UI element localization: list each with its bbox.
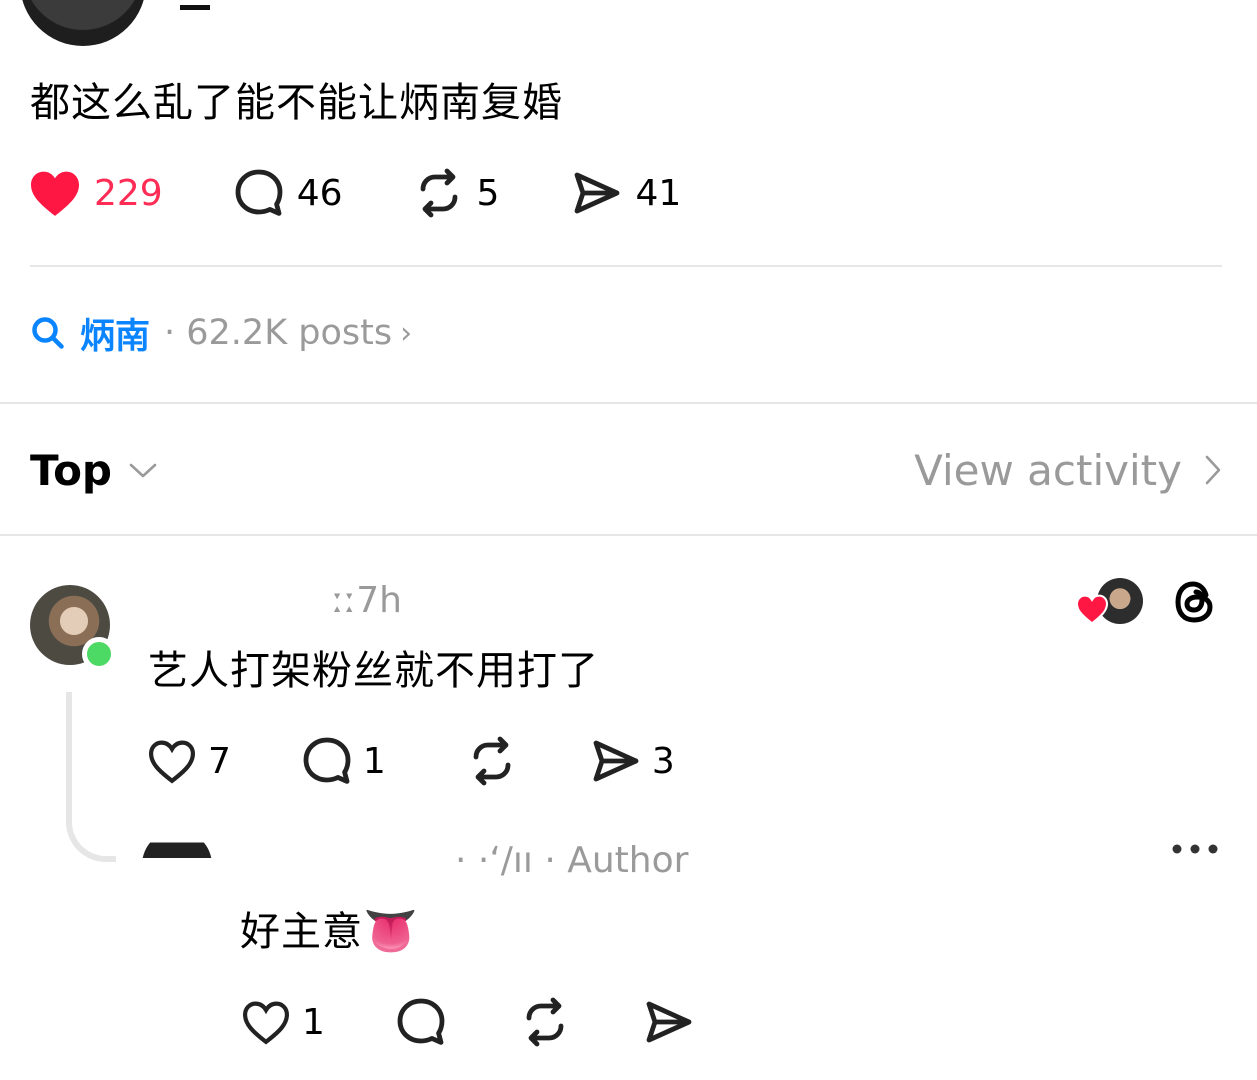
repost-icon — [473, 736, 511, 786]
threads-logo-icon[interactable] — [1168, 575, 1222, 629]
heart-outline-icon — [242, 1001, 290, 1045]
repost-icon — [420, 168, 457, 218]
comment-reply-button[interactable]: 1 — [301, 735, 386, 787]
post-action-bar: 229 46 5 41 — [28, 165, 681, 221]
comment-like-button[interactable]: 7 — [146, 738, 231, 784]
chevron-right-icon: › — [400, 315, 413, 351]
topic-tag-name: 炳南 — [80, 316, 151, 357]
search-icon — [32, 317, 64, 349]
section-divider — [0, 534, 1257, 536]
reply-action-bar: 1 — [240, 994, 695, 1050]
view-activity-link[interactable]: View activity — [914, 440, 1222, 500]
chevron-down-icon — [129, 463, 157, 478]
online-status-dot — [82, 637, 116, 671]
sort-label: Top — [30, 445, 112, 495]
repost-icon — [526, 997, 564, 1047]
reply-meta-author-label: · ·ʻ/ıı · Author — [455, 840, 689, 881]
reply-share-button[interactable] — [643, 996, 695, 1048]
comment-like-count: 7 — [208, 740, 231, 782]
post-text: 都这么乱了能不能让炳南复婚 — [30, 80, 563, 126]
reply-comment-button[interactable] — [395, 996, 447, 1048]
sort-dropdown[interactable]: Top — [30, 440, 158, 500]
comment-icon — [235, 169, 283, 216]
reply-text: 好主意 — [240, 909, 363, 955]
comment-timestamp: ːː7h — [332, 580, 402, 621]
like-button[interactable]: 229 — [28, 169, 163, 217]
comment-icon — [397, 998, 445, 1045]
comment-repost-button[interactable] — [466, 735, 518, 787]
send-icon — [593, 740, 639, 782]
comment-share-count: 3 — [651, 740, 675, 782]
comment-share-button[interactable]: 3 — [590, 735, 675, 787]
more-options-icon[interactable] — [1170, 842, 1220, 856]
comment-count: 46 — [296, 172, 343, 214]
send-icon — [646, 1001, 692, 1043]
divider — [30, 265, 1222, 267]
thread-connector-line — [66, 692, 116, 862]
reply-text-row: 好主意 👅 — [240, 905, 419, 959]
heart-filled-icon — [1075, 594, 1109, 624]
comment-icon — [303, 737, 351, 784]
topic-tag-link[interactable]: 炳南 · 62.2K posts › — [30, 308, 412, 358]
view-activity-label: View activity — [914, 445, 1182, 495]
comment-reply-count: 1 — [362, 740, 386, 782]
reply-like-count: 1 — [302, 1001, 325, 1043]
heart-filled-icon — [31, 171, 79, 216]
section-divider — [0, 402, 1257, 404]
comment-text: 艺人打架粉丝就不用打了 — [148, 648, 599, 694]
tongue-emoji: 👅 — [363, 906, 419, 957]
author-name-fragment — [180, 0, 380, 10]
reply-like-button[interactable]: 1 — [240, 999, 325, 1045]
repost-button[interactable]: 5 — [413, 167, 500, 219]
reply-author-avatar[interactable] — [142, 830, 212, 900]
share-button[interactable]: 41 — [571, 167, 681, 219]
heart-outline-icon — [148, 740, 196, 784]
repost-count: 5 — [476, 172, 500, 214]
comment-action-bar: 7 1 3 — [146, 733, 675, 789]
share-count: 41 — [635, 172, 682, 214]
like-count: 229 — [94, 172, 163, 214]
comment-button[interactable]: 46 — [233, 167, 343, 219]
topic-tag-post-count: · 62.2K posts — [164, 313, 393, 353]
liked-by-author-indicator — [1075, 576, 1155, 636]
reply-repost-button[interactable] — [519, 996, 571, 1048]
send-icon — [575, 172, 620, 214]
author-avatar[interactable] — [20, 0, 146, 46]
chevron-right-icon — [1205, 455, 1221, 485]
